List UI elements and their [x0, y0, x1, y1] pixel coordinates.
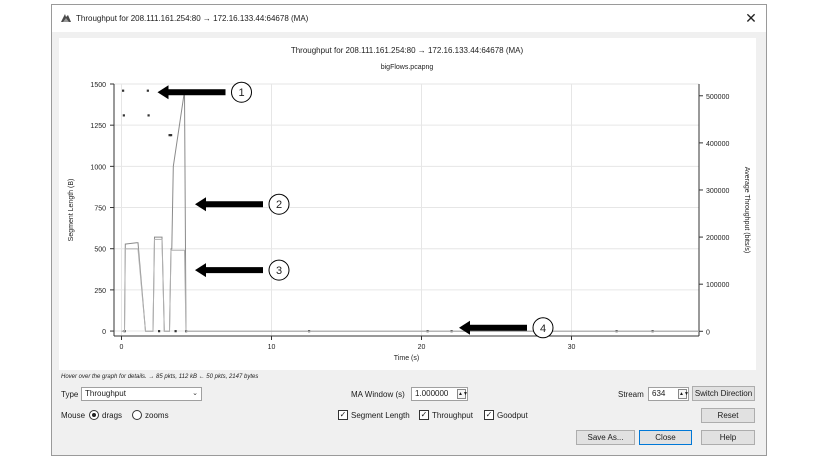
- y2-tick-label: 0: [706, 329, 710, 336]
- annotation-label: 2: [276, 199, 282, 211]
- segment-length-point: [170, 134, 173, 137]
- spin-arrows-icon[interactable]: ▲▼: [457, 389, 468, 399]
- y-tick-label: 500: [94, 247, 106, 254]
- y2-tick-label: 400000: [706, 141, 729, 148]
- spin-arrows-icon[interactable]: ▲▼: [678, 389, 689, 399]
- x-tick-label: 30: [568, 344, 576, 351]
- goodput-line: [121, 238, 699, 332]
- close-icon[interactable]: ✕: [742, 9, 760, 27]
- annotation-label: 1: [238, 87, 244, 99]
- throughput-chart[interactable]: Throughput for 208.111.161.254:80 → 172.…: [59, 38, 756, 370]
- drags-label: drags: [102, 411, 123, 420]
- close-button[interactable]: Close: [639, 430, 692, 445]
- help-button[interactable]: Help: [701, 430, 755, 445]
- annotation-label: 4: [540, 323, 546, 335]
- segment-length-point: [158, 330, 161, 333]
- y2-tick-label: 300000: [706, 188, 729, 195]
- shark-fin-icon: [61, 14, 71, 22]
- annotation-arrow-head: [195, 197, 206, 212]
- segment-length-checkbox[interactable]: ✓: [338, 410, 348, 420]
- annotation-arrow-head: [157, 85, 169, 100]
- ma-window-spinbox[interactable]: 1.000000 ▲▼: [411, 387, 468, 401]
- title-bar: Throughput for 208.111.161.254:80 → 172.…: [52, 5, 766, 32]
- zooms-radio[interactable]: [132, 410, 142, 420]
- y-tick-label: 250: [94, 288, 106, 295]
- segment-length-point: [146, 89, 149, 92]
- goodput-checkbox[interactable]: ✓: [484, 410, 494, 420]
- y-tick-label: 0: [102, 329, 106, 336]
- type-label: Type: [61, 390, 79, 399]
- segment-length-point: [122, 89, 125, 92]
- y2-axis-label: Average Throughput (bits/s): [743, 167, 750, 254]
- save-as-button[interactable]: Save As...: [576, 430, 635, 445]
- annotation-arrow-shaft: [165, 89, 226, 96]
- type-select[interactable]: Throughput ⌄: [81, 387, 202, 401]
- y-axis-label: Segment Length (B): [68, 179, 75, 242]
- annotation-label: 3: [276, 265, 282, 277]
- annotation-arrow-head: [195, 263, 206, 278]
- chevron-down-icon: ⌄: [192, 390, 198, 397]
- annotation-arrow-shaft: [203, 201, 263, 208]
- throughput-line: [121, 91, 699, 332]
- stream-label: Stream: [618, 390, 644, 399]
- y2-tick-label: 500000: [706, 94, 729, 101]
- type-select-value: Throughput: [85, 389, 126, 398]
- segment-length-point: [147, 114, 150, 117]
- y-tick-label: 750: [94, 206, 106, 213]
- drags-radio[interactable]: [89, 410, 99, 420]
- x-tick-label: 0: [120, 344, 124, 351]
- hover-hint: Hover over the graph for details. → 85 p…: [61, 374, 259, 380]
- x-tick-label: 20: [418, 344, 426, 351]
- annotation-arrow-shaft: [467, 324, 527, 331]
- goodput-label: Goodput: [497, 411, 528, 420]
- throughput-checkbox[interactable]: ✓: [419, 410, 429, 420]
- y-tick-label: 1000: [90, 164, 106, 171]
- annotation-arrow-head: [459, 320, 470, 335]
- annotation-arrow-shaft: [203, 267, 263, 274]
- throughput-dialog: Throughput for 208.111.161.254:80 → 172.…: [51, 4, 767, 456]
- graph-area[interactable]: Throughput for 208.111.161.254:80 → 172.…: [59, 38, 756, 370]
- mouse-label: Mouse: [61, 411, 86, 420]
- x-tick-label: 10: [268, 344, 276, 351]
- chart-title: Throughput for 208.111.161.254:80 → 172.…: [291, 46, 524, 55]
- y2-tick-label: 100000: [706, 282, 729, 289]
- reset-button[interactable]: Reset: [701, 408, 755, 423]
- zooms-label: zooms: [145, 411, 169, 420]
- x-axis-label: Time (s): [394, 355, 419, 362]
- y-tick-label: 1500: [90, 82, 106, 89]
- switch-direction-button[interactable]: Switch Direction: [692, 386, 755, 401]
- y-tick-label: 1250: [90, 123, 106, 130]
- throughput-label: Throughput: [432, 411, 473, 420]
- window-title: Throughput for 208.111.161.254:80 → 172.…: [76, 14, 309, 23]
- ma-window-label: MA Window (s): [351, 390, 405, 399]
- stream-spinbox[interactable]: 634 ▲▼: [648, 387, 689, 401]
- segment-length-label: Segment Length: [351, 411, 410, 420]
- segment-length-point: [174, 330, 177, 333]
- ma-window-value: 1.000000: [415, 389, 449, 398]
- stream-value: 634: [652, 389, 666, 398]
- segment-length-point: [122, 114, 125, 117]
- chart-subtitle: bigFlows.pcapng: [381, 64, 434, 71]
- y2-tick-label: 200000: [706, 235, 729, 242]
